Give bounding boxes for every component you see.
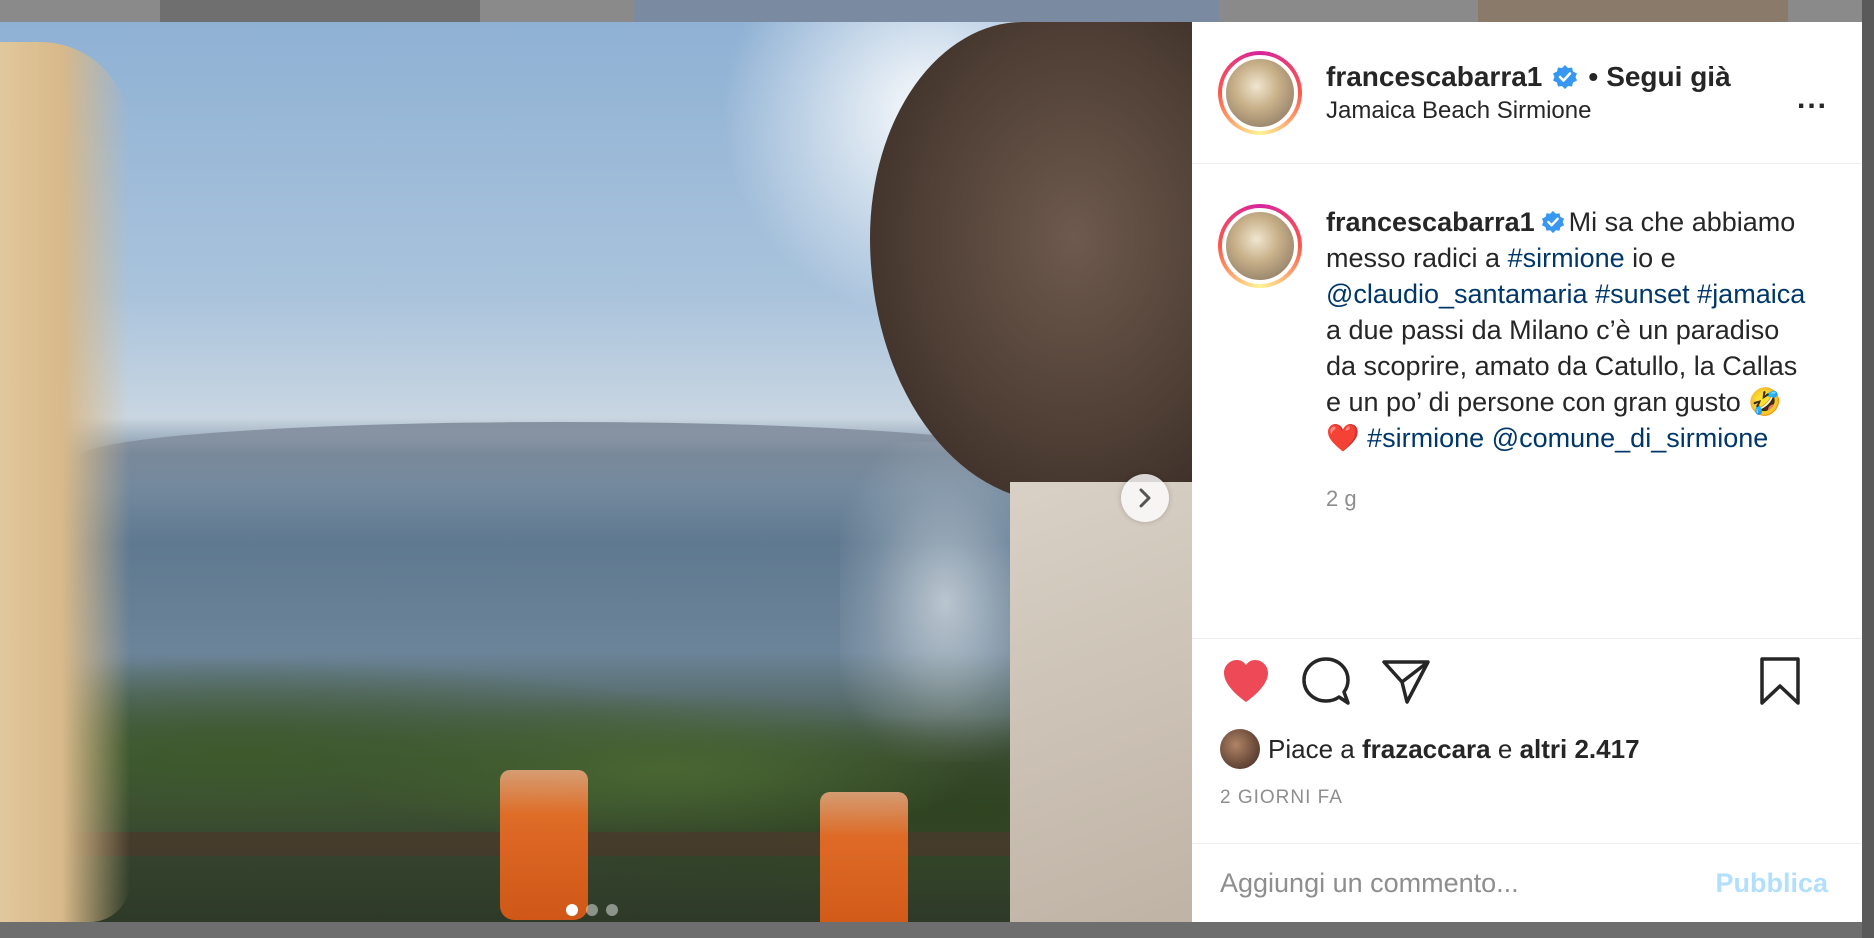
first-liker-link[interactable]: frazaccara: [1362, 734, 1491, 764]
background-feed-bottom: [0, 922, 1874, 938]
caption-content: Mi sa che abbiamo messo radici a #sirmio…: [1326, 207, 1805, 453]
like-button[interactable]: [1220, 655, 1272, 707]
caption-time-ago: 2 g: [1326, 486, 1357, 511]
photo-drink-glass: [820, 792, 908, 922]
post-header: francescabarra1 • Segui già Jamaica Beac…: [1192, 22, 1862, 164]
comment-bubble-icon: [1302, 657, 1350, 705]
comment-input[interactable]: [1220, 867, 1680, 899]
likes-prefix: Piace a: [1268, 733, 1355, 764]
verified-badge-icon: [1553, 64, 1578, 89]
comment-button[interactable]: [1300, 655, 1352, 707]
comments-section[interactable]: francescabarra1 Mi sa che abbiamo messo …: [1192, 164, 1862, 639]
likes-count-link[interactable]: altri 2.417: [1520, 734, 1640, 764]
carousel-dot: [566, 904, 578, 916]
paper-plane-icon: [1382, 660, 1430, 704]
bookmark-icon: [1760, 657, 1800, 705]
caption-text-segment: io e: [1624, 243, 1676, 273]
more-options-button[interactable]: ...: [1797, 82, 1828, 116]
photo-drink-glass: [500, 770, 588, 920]
background-tile: [634, 0, 1219, 22]
hashtag-link[interactable]: #sunset: [1595, 279, 1690, 309]
likes-connector: e: [1497, 733, 1513, 764]
action-bar: [1192, 639, 1862, 723]
likes-text: Piace a frazaccara e altri 2.417: [1268, 734, 1640, 765]
caption-text-segment: [1588, 279, 1596, 309]
photo-person-right: [870, 22, 1192, 502]
caption-text-segment: a due passi da Milano c’è un paradiso da…: [1326, 315, 1798, 417]
hashtag-link[interactable]: #sirmione: [1508, 243, 1625, 273]
heart-filled-icon: [1224, 660, 1268, 702]
background-feed-top: [0, 0, 1874, 22]
mention-link[interactable]: @claudio_santamaria: [1326, 279, 1588, 309]
background-feed-right: [1862, 0, 1874, 938]
next-comment-peek: [1218, 630, 1738, 638]
follow-status-button[interactable]: Segui già: [1606, 61, 1730, 93]
caption-text: francescabarra1 Mi sa che abbiamo messo …: [1326, 204, 1806, 456]
carousel-dot: [606, 904, 618, 916]
post-date[interactable]: 2 GIORNI FA: [1192, 775, 1862, 843]
carousel-next-button[interactable]: [1121, 474, 1169, 522]
post-location[interactable]: Jamaica Beach Sirmione: [1326, 97, 1731, 125]
publish-button[interactable]: Pubblica: [1715, 868, 1828, 899]
hashtag-link[interactable]: #sirmione: [1367, 423, 1484, 453]
carousel-indicator: [566, 904, 618, 916]
liker-avatar[interactable]: [1220, 729, 1260, 769]
post-photo[interactable]: [0, 22, 1192, 922]
verified-badge-icon: [1541, 210, 1564, 234]
caption-row: francescabarra1 Mi sa che abbiamo messo …: [1218, 204, 1832, 456]
caption-text-segment: [1360, 423, 1368, 453]
carousel-dot: [586, 904, 598, 916]
photo-person-left: [0, 42, 130, 922]
post-side-panel: francescabarra1 • Segui già Jamaica Beac…: [1192, 22, 1862, 922]
photo-person-right-shirt: [1010, 482, 1192, 922]
header-separator: •: [1588, 60, 1599, 92]
more-horizontal-icon: ...: [1796, 82, 1828, 115]
post-modal: francescabarra1 • Segui già Jamaica Beac…: [0, 22, 1862, 922]
caption-text-segment: [1484, 423, 1492, 453]
author-username[interactable]: francescabarra1: [1326, 61, 1542, 93]
author-avatar[interactable]: [1218, 50, 1302, 135]
hashtag-link[interactable]: #jamaica: [1697, 279, 1805, 309]
share-button[interactable]: [1380, 655, 1432, 707]
likes-summary: Piace a frazaccara e altri 2.417: [1192, 723, 1862, 775]
save-button[interactable]: [1754, 655, 1806, 707]
background-tile: [1478, 0, 1788, 22]
background-tile: [160, 0, 480, 22]
mention-link[interactable]: @comune_di_sirmione: [1492, 423, 1769, 453]
caption-username[interactable]: francescabarra1: [1326, 207, 1535, 237]
add-comment-bar: Pubblica: [1192, 843, 1862, 922]
caption-author-avatar[interactable]: [1218, 204, 1302, 288]
chevron-right-icon: [1139, 488, 1151, 508]
